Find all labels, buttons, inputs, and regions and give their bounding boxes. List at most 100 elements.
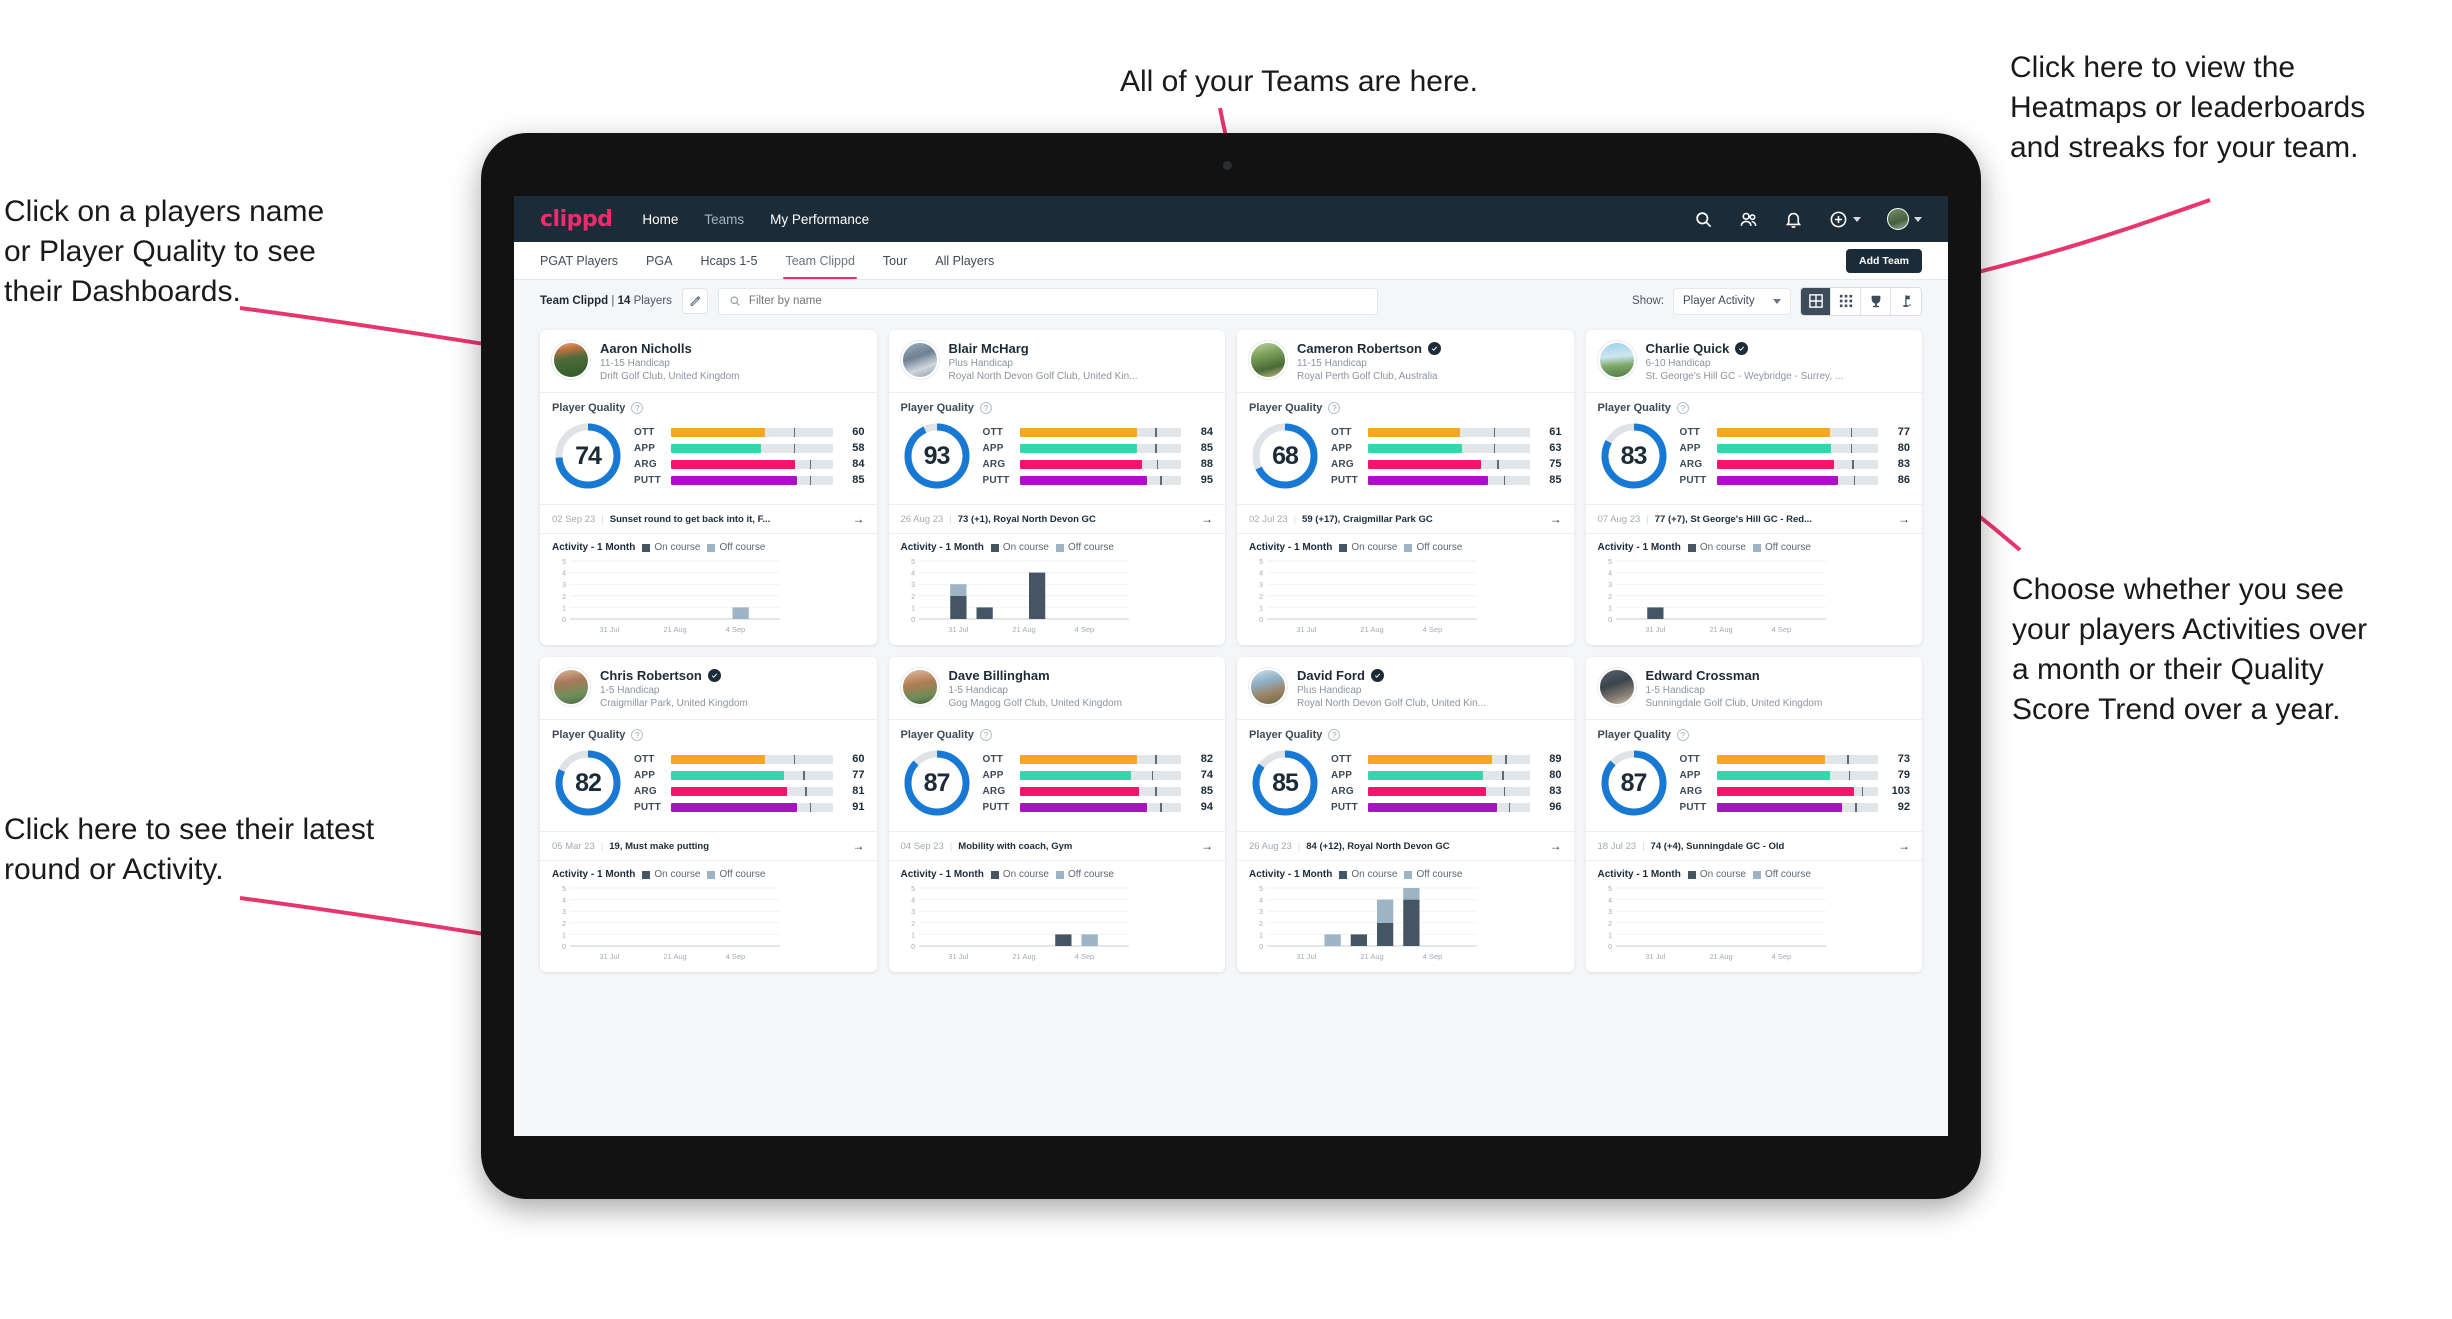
heatmap-button[interactable]: [1891, 287, 1921, 315]
latest-round-row[interactable]: 02 Sep 23 | Sunset round to get back int…: [540, 504, 877, 534]
latest-round-row[interactable]: 04 Sep 23 | Mobility with coach, Gym →: [888, 831, 1225, 861]
arrow-right-icon[interactable]: →: [1892, 512, 1910, 526]
player-name[interactable]: Charlie Quick: [1646, 341, 1730, 356]
player-quality-label[interactable]: Player Quality: [552, 729, 625, 741]
player-avatar[interactable]: [900, 668, 939, 706]
tab-pgat-players[interactable]: PGAT Players: [540, 242, 618, 279]
player-name-row[interactable]: Aaron Nicholls: [600, 341, 740, 356]
player-header[interactable]: David Ford Plus Handicap Royal North Dev…: [1237, 657, 1574, 719]
help-icon[interactable]: ?: [1328, 402, 1341, 414]
player-quality-label[interactable]: Player Quality: [1249, 402, 1322, 414]
player-header[interactable]: Chris Robertson 1-5 Handicap Craigmillar…: [540, 657, 877, 719]
add-menu[interactable]: [1829, 210, 1861, 229]
arrow-right-icon[interactable]: →: [1892, 839, 1910, 853]
bell-icon[interactable]: [1784, 210, 1803, 229]
tab-pga[interactable]: PGA: [646, 242, 672, 279]
quality-score-ring[interactable]: 82: [552, 747, 624, 819]
help-icon[interactable]: ?: [979, 729, 992, 741]
grid-view-button[interactable]: [1801, 287, 1831, 315]
player-header[interactable]: Blair McHarg Plus Handicap Royal North D…: [889, 330, 1226, 392]
latest-round-row[interactable]: 05 Mar 23 | 19, Must make putting →: [540, 831, 877, 861]
arrow-right-icon[interactable]: →: [1544, 512, 1562, 526]
player-name-row[interactable]: Charlie Quick: [1646, 341, 1844, 356]
player-header[interactable]: Dave Billingham 1-5 Handicap Gog Magog G…: [889, 657, 1226, 719]
latest-round-row[interactable]: 26 Aug 23 | 84 (+12), Royal North Devon …: [1237, 831, 1574, 861]
arrow-right-icon[interactable]: →: [847, 839, 865, 853]
player-name-row[interactable]: Cameron Robertson: [1297, 341, 1441, 356]
player-name[interactable]: Dave Billingham: [949, 668, 1050, 683]
player-name[interactable]: Edward Crossman: [1646, 668, 1760, 683]
help-icon[interactable]: ?: [631, 402, 644, 414]
player-name-row[interactable]: Edward Crossman: [1646, 668, 1823, 683]
player-quality-label[interactable]: Player Quality: [1249, 729, 1322, 741]
arrow-right-icon[interactable]: →: [1544, 839, 1562, 853]
player-name-row[interactable]: Dave Billingham: [949, 668, 1122, 683]
player-avatar[interactable]: [552, 341, 590, 379]
tab-all-players[interactable]: All Players: [935, 242, 994, 279]
player-avatar[interactable]: [1249, 668, 1287, 706]
player-card[interactable]: Edward Crossman 1-5 Handicap Sunningdale…: [1585, 657, 1923, 972]
player-name[interactable]: Chris Robertson: [600, 668, 702, 683]
quality-score-ring[interactable]: 74: [552, 420, 624, 492]
leaderboard-button[interactable]: [1861, 287, 1891, 315]
help-icon[interactable]: ?: [1676, 402, 1689, 414]
app-logo[interactable]: clippd: [540, 207, 613, 232]
tab-hcaps-1-5[interactable]: Hcaps 1-5: [700, 242, 757, 279]
player-name[interactable]: Aaron Nicholls: [600, 341, 692, 356]
player-name-row[interactable]: Chris Robertson: [600, 668, 748, 683]
quality-score-ring[interactable]: 87: [901, 747, 973, 819]
tab-team-clippd[interactable]: Team Clippd: [783, 242, 858, 279]
edit-team-button[interactable]: [681, 288, 708, 314]
search-icon[interactable]: [1694, 210, 1713, 229]
player-header[interactable]: Edward Crossman 1-5 Handicap Sunningdale…: [1586, 657, 1923, 719]
search-container[interactable]: [717, 287, 1378, 315]
player-header[interactable]: Charlie Quick 6-10 Handicap St. George's…: [1586, 330, 1923, 392]
player-name[interactable]: David Ford: [1297, 668, 1365, 683]
quality-score-ring[interactable]: 68: [1249, 420, 1321, 492]
player-quality-label[interactable]: Player Quality: [552, 402, 625, 414]
player-card[interactable]: Chris Robertson 1-5 Handicap Craigmillar…: [540, 657, 877, 972]
player-quality-label[interactable]: Player Quality: [901, 402, 974, 414]
player-name[interactable]: Blair McHarg: [949, 341, 1029, 356]
player-name-row[interactable]: David Ford: [1297, 668, 1486, 683]
player-quality-label[interactable]: Player Quality: [901, 729, 974, 741]
nav-item-teams[interactable]: Teams: [704, 212, 744, 227]
player-card[interactable]: Blair McHarg Plus Handicap Royal North D…: [888, 330, 1226, 645]
nav-item-home[interactable]: Home: [642, 212, 678, 227]
arrow-right-icon[interactable]: →: [1195, 839, 1213, 853]
avatar[interactable]: [1887, 208, 1909, 230]
help-icon[interactable]: ?: [631, 729, 644, 741]
player-name-row[interactable]: Blair McHarg: [949, 341, 1138, 356]
nav-item-my-performance[interactable]: My Performance: [770, 212, 869, 227]
add-team-button[interactable]: Add Team: [1846, 248, 1922, 273]
search-input[interactable]: [748, 295, 1367, 307]
player-quality-label[interactable]: Player Quality: [1598, 402, 1671, 414]
help-icon[interactable]: ?: [1328, 729, 1341, 741]
quality-score-ring[interactable]: 85: [1249, 747, 1321, 819]
player-header[interactable]: Cameron Robertson 11-15 Handicap Royal P…: [1237, 330, 1574, 392]
player-quality-label[interactable]: Player Quality: [1598, 729, 1671, 741]
player-avatar[interactable]: [552, 668, 590, 706]
player-card[interactable]: Cameron Robertson 11-15 Handicap Royal P…: [1237, 330, 1574, 645]
player-avatar[interactable]: [1597, 341, 1636, 379]
player-avatar[interactable]: [900, 341, 939, 379]
latest-round-row[interactable]: 07 Aug 23 | 77 (+7), St George's Hill GC…: [1585, 504, 1922, 534]
player-card[interactable]: Charlie Quick 6-10 Handicap St. George's…: [1585, 330, 1923, 645]
tab-tour[interactable]: Tour: [883, 242, 907, 279]
help-icon[interactable]: ?: [979, 402, 992, 414]
profile-menu[interactable]: [1887, 208, 1922, 230]
show-select[interactable]: Player Activity: [1673, 287, 1791, 315]
player-name[interactable]: Cameron Robertson: [1297, 341, 1422, 356]
player-card[interactable]: Dave Billingham 1-5 Handicap Gog Magog G…: [888, 657, 1226, 972]
latest-round-row[interactable]: 26 Aug 23 | 73 (+1), Royal North Devon G…: [888, 504, 1225, 534]
latest-round-row[interactable]: 18 Jul 23 | 74 (+4), Sunningdale GC - Ol…: [1585, 831, 1922, 861]
quality-score-ring[interactable]: 93: [901, 420, 973, 492]
latest-round-row[interactable]: 02 Jul 23 | 59 (+17), Craigmillar Park G…: [1237, 504, 1574, 534]
player-avatar[interactable]: [1249, 341, 1287, 379]
player-header[interactable]: Aaron Nicholls 11-15 Handicap Drift Golf…: [540, 330, 877, 392]
help-icon[interactable]: ?: [1676, 729, 1689, 741]
player-card[interactable]: Aaron Nicholls 11-15 Handicap Drift Golf…: [540, 330, 877, 645]
arrow-right-icon[interactable]: →: [1195, 512, 1213, 526]
player-avatar[interactable]: [1597, 668, 1636, 706]
quality-score-ring[interactable]: 83: [1598, 420, 1670, 492]
